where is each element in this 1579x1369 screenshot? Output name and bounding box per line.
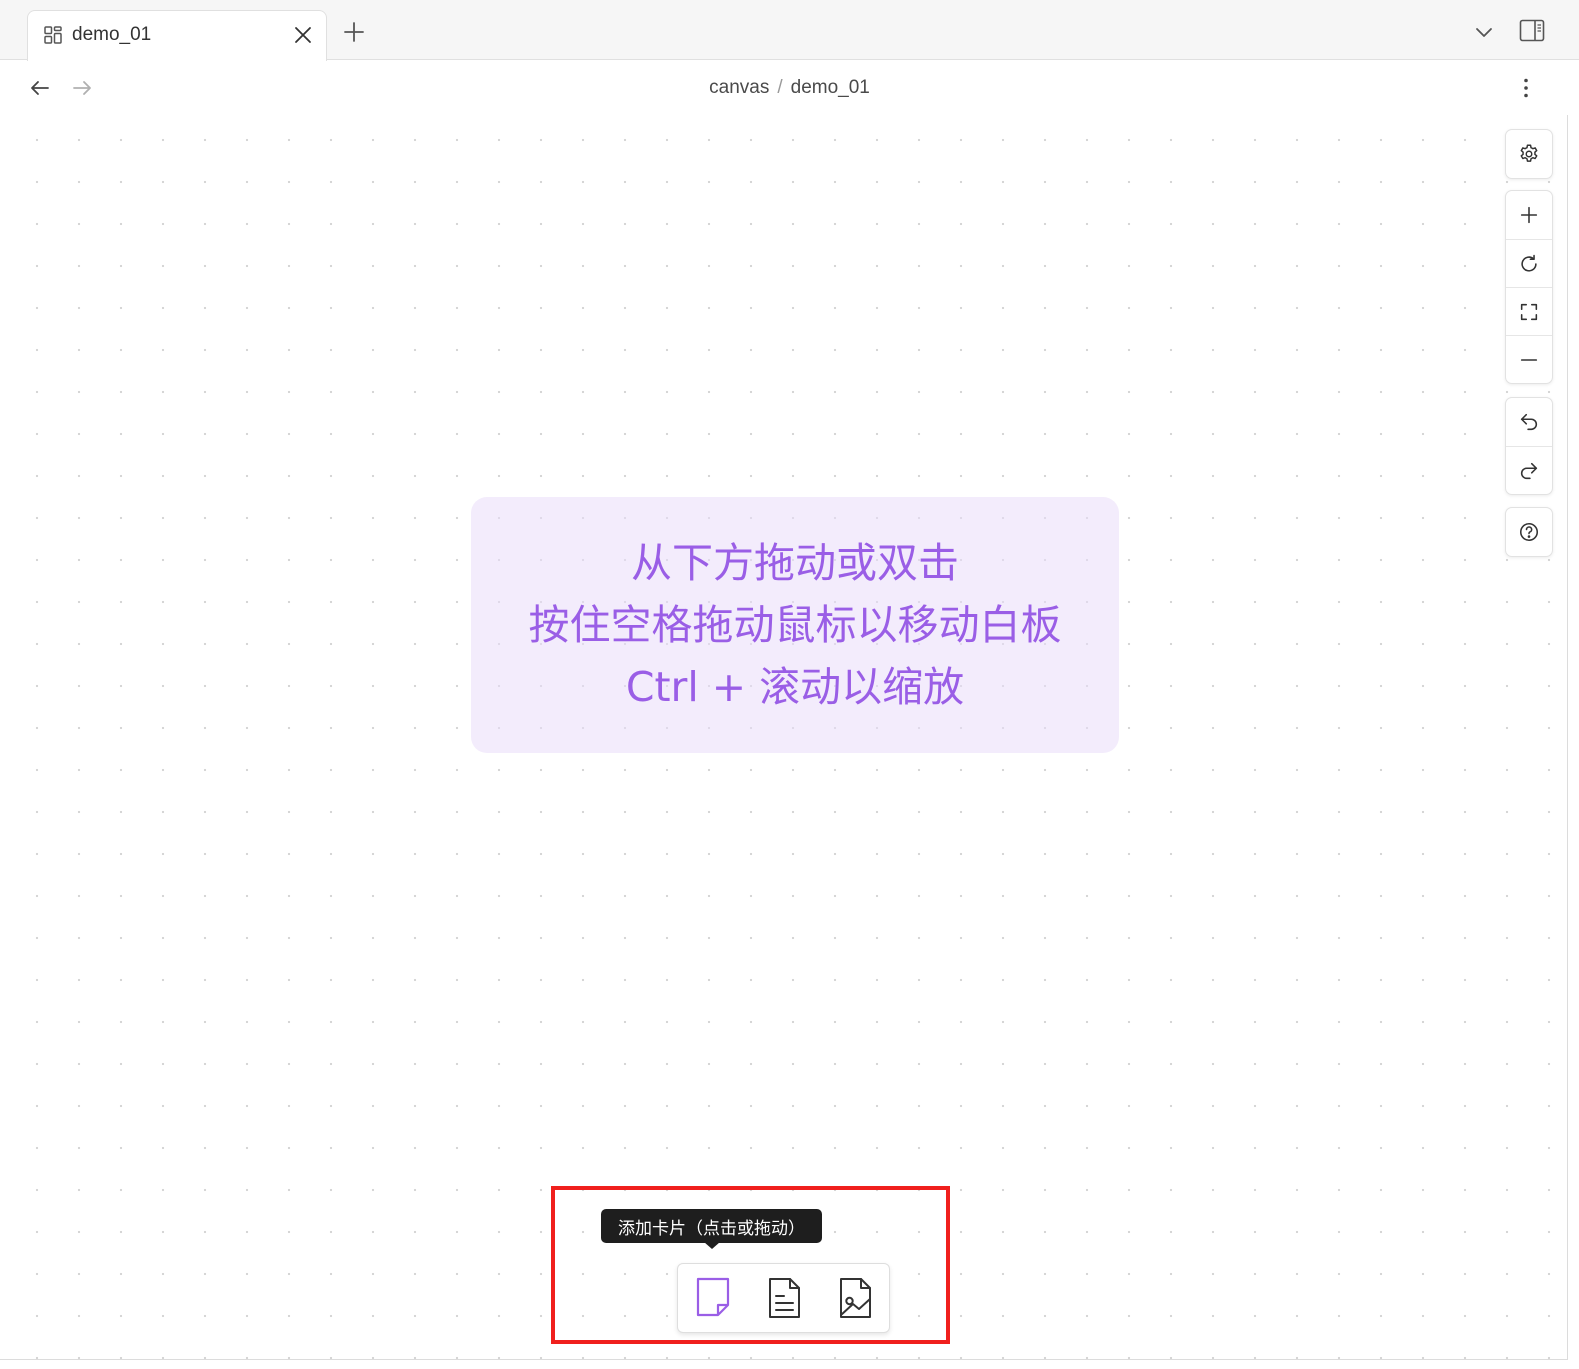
plus-icon [1520,206,1538,224]
tooltip-arrow [704,1242,720,1249]
zoom-reset-button[interactable] [1506,239,1552,287]
card-icon [696,1277,730,1317]
zoom-fit-button[interactable] [1506,287,1552,335]
hint-line-2: 按住空格拖动鼠标以移动白板 [528,601,1062,649]
settings-button[interactable] [1506,130,1552,178]
breadcrumb-parent[interactable]: canvas [709,77,769,98]
tab-title: demo_01 [72,24,152,45]
undo-icon [1520,413,1538,431]
help-control-group [1505,507,1553,557]
add-card-button[interactable] [689,1274,737,1322]
history-control-group [1505,397,1553,495]
breadcrumb-separator: / [777,77,783,98]
sidebar-right-icon[interactable] [1518,17,1546,45]
hint-line-3: Ctrl + 滚动以缩放 [625,663,965,711]
breadcrumb-current[interactable]: demo_01 [791,77,870,98]
add-card-tooltip: 添加卡片（点击或拖动） [601,1209,822,1243]
close-icon[interactable] [292,24,314,46]
add-note-button[interactable] [760,1274,808,1322]
settings-control-group [1505,129,1553,179]
help-icon [1519,522,1539,542]
card-toolbar [677,1263,890,1333]
chevron-down-icon[interactable] [1472,20,1496,44]
canvas-icon [44,26,62,44]
more-options-icon[interactable] [1514,76,1538,100]
zoom-in-button[interactable] [1506,191,1552,239]
hint-line-1: 从下方拖动或双击 [631,539,959,587]
note-icon [769,1278,800,1318]
undo-button[interactable] [1506,398,1552,446]
new-tab-icon[interactable] [342,20,366,44]
redo-icon [1520,462,1538,479]
reset-icon [1521,254,1537,272]
help-button[interactable] [1506,508,1552,556]
tab-demo-01[interactable]: demo_01 [27,10,327,61]
canvas-empty-hint: 从下方拖动或双击 按住空格拖动鼠标以移动白板 Ctrl + 滚动以缩放 [471,497,1119,753]
redo-button[interactable] [1506,446,1552,494]
breadcrumb: canvas / demo_01 [0,77,1579,99]
zoom-control-group [1505,190,1553,384]
gear-icon [1520,144,1538,162]
zoom-out-button[interactable] [1506,335,1552,383]
minus-icon [1520,358,1538,361]
tab-bar: demo_01 [0,0,1579,61]
fullscreen-icon [1520,303,1538,320]
add-media-button[interactable] [831,1274,879,1322]
view-header: canvas / demo_01 [0,61,1579,115]
image-file-icon [840,1278,871,1318]
